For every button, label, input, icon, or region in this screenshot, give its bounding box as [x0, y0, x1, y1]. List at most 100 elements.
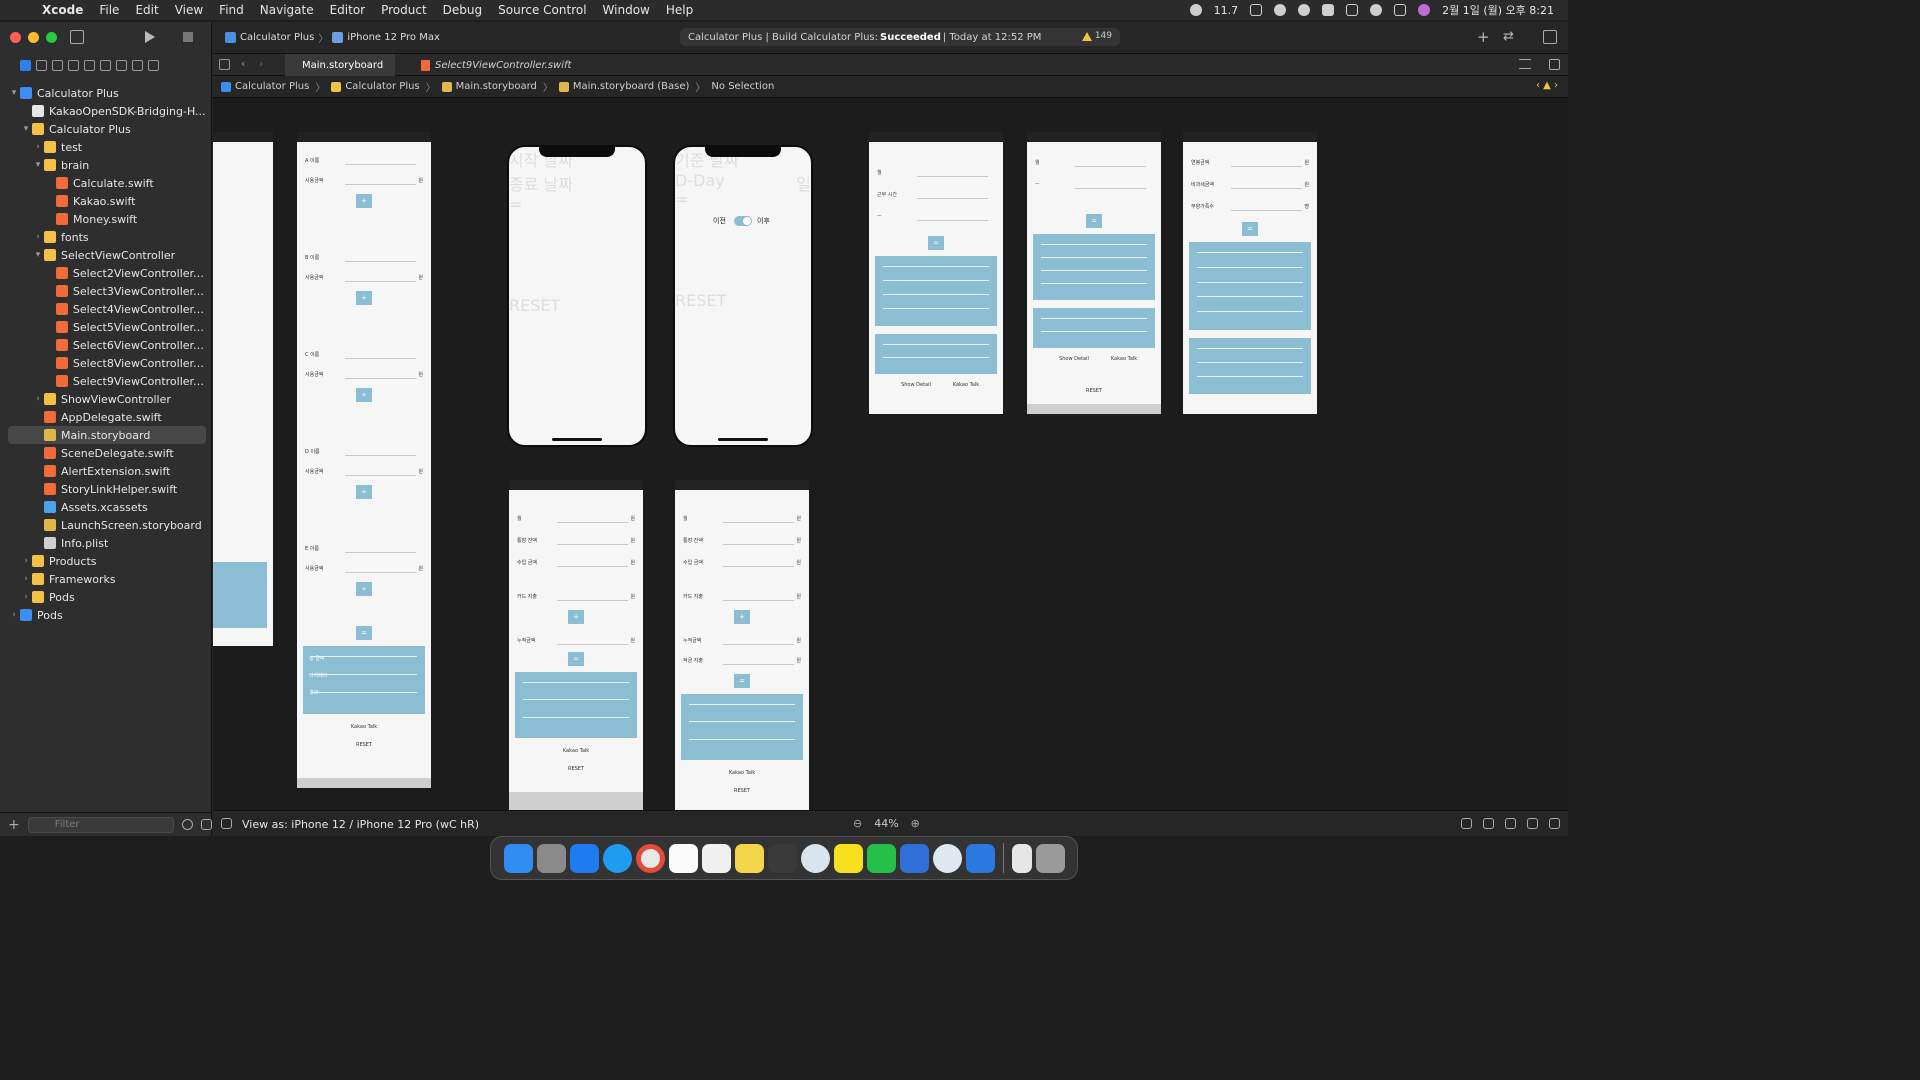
disclosure-triangle-icon[interactable]: ›	[8, 610, 20, 620]
view-controller-hourly-wage[interactable]: 월 근무 시간 ㅡ = Show Detail Kakao Talk	[869, 132, 1003, 414]
navigator-row[interactable]: › Products	[8, 552, 206, 570]
navigator-row[interactable]: Select6ViewController....	[8, 336, 206, 354]
reset-button[interactable]: RESET	[675, 788, 809, 794]
disclosure-triangle-icon[interactable]: ▾	[8, 88, 20, 98]
navigator-row[interactable]: Main.storyboard	[8, 426, 206, 444]
reset-button[interactable]: RESET	[1027, 388, 1161, 394]
embed-stack-icon[interactable]	[1483, 818, 1494, 829]
navigator-row[interactable]: AppDelegate.swift	[8, 408, 206, 426]
system-preferences-icon[interactable]	[536, 843, 566, 873]
view-controller-salary[interactable]: 연봉금액 원 비과세금액 원 부양가족수 명 =	[1183, 132, 1317, 414]
apple-icon[interactable]	[16, 3, 30, 17]
menu-view[interactable]: View	[175, 3, 203, 17]
disclosure-triangle-icon[interactable]: ▾	[32, 250, 44, 260]
simulator-icon[interactable]	[965, 843, 995, 873]
rocket-icon[interactable]	[767, 843, 797, 873]
breadcrumb-file[interactable]: Main.storyboard	[456, 81, 537, 92]
test-icon[interactable]	[100, 59, 111, 71]
reset-button[interactable]: RESET	[509, 766, 643, 772]
menubar-clock[interactable]: 2월 1일 (월) 오후 8:21	[1442, 2, 1554, 18]
resolve-issues-icon[interactable]	[1549, 818, 1560, 829]
add-person-button[interactable]: +	[356, 291, 372, 305]
menu-find[interactable]: Find	[219, 3, 244, 17]
warning-count[interactable]: 149	[1081, 31, 1112, 41]
close-window-button[interactable]	[10, 32, 21, 43]
view-controller-weekly-allowance[interactable]: 월 ㅡ = Show Detail Kakao Talk RESET	[1027, 132, 1161, 414]
navigator-row[interactable]: Select5ViewController....	[8, 318, 206, 336]
calendar-icon[interactable]	[668, 843, 698, 873]
source-control-icon[interactable]	[36, 59, 47, 71]
folder-icon[interactable]	[20, 59, 31, 71]
before-after-switch[interactable]	[734, 216, 752, 226]
navigator-row[interactable]: Assets.xcassets	[8, 498, 206, 516]
kakaotalk-icon[interactable]	[833, 843, 863, 873]
menu-source-control[interactable]: Source Control	[498, 3, 586, 17]
code-review-icon[interactable]: ⇄	[1503, 29, 1514, 44]
related-items-icon[interactable]	[219, 59, 230, 70]
finder-icon[interactable]	[503, 843, 533, 873]
battery-readout[interactable]: 11.7	[1214, 4, 1239, 17]
document-outline-icon[interactable]	[221, 818, 232, 829]
line-icon[interactable]	[866, 843, 896, 873]
reminders-icon[interactable]	[701, 843, 731, 873]
calculate-button[interactable]: =	[568, 652, 584, 666]
add-person-button[interactable]: +	[356, 388, 372, 402]
navigator-row[interactable]: › Pods	[8, 588, 206, 606]
view-controller-scene-1[interactable]	[213, 132, 273, 646]
navigator-row[interactable]: Select3ViewController....	[8, 282, 206, 300]
align-icon[interactable]	[1505, 818, 1516, 829]
kakao-talk-button[interactable]: Kakao Talk	[297, 724, 431, 730]
view-controller-budget-2[interactable]: 월 원 통장 잔액 원 수입 금액 원 카드 지출 원 + 누적금액 원 적금 지출 원 = Kakao T…	[675, 480, 809, 810]
disclosure-triangle-icon[interactable]: ▾	[32, 160, 44, 170]
back-icon[interactable]: ‹	[241, 57, 245, 70]
navigator-row[interactable]: Info.plist	[8, 534, 206, 552]
breadcrumb-group[interactable]: Calculator Plus	[345, 81, 419, 92]
navigator-row[interactable]: KakaoOpenSDK-Bridging-H...	[8, 102, 206, 120]
menu-product[interactable]: Product	[381, 3, 427, 17]
calculate-button[interactable]: =	[734, 674, 750, 688]
disclosure-triangle-icon[interactable]: ›	[32, 142, 44, 152]
disclosure-triangle-icon[interactable]: ›	[20, 574, 32, 584]
menu-debug[interactable]: Debug	[443, 3, 482, 17]
xcode-icon[interactable]	[899, 843, 929, 873]
warning-icon[interactable]	[84, 59, 95, 71]
menu-window[interactable]: Window	[603, 3, 650, 17]
library-add-icon[interactable]: +	[1477, 28, 1490, 46]
add-icon[interactable]: +	[8, 817, 20, 833]
reset-button[interactable]: RESET	[509, 296, 645, 315]
navigator-row[interactable]: ▾ SelectViewController	[8, 246, 206, 264]
navigator-row[interactable]: ▾ Calculator Plus	[8, 120, 206, 138]
navigator-row[interactable]: › fonts	[8, 228, 206, 246]
filter-input[interactable]: Filter	[27, 816, 175, 833]
app-store-icon[interactable]	[569, 843, 599, 873]
disclosure-triangle-icon[interactable]: ›	[32, 394, 44, 404]
add-person-button[interactable]: +	[356, 194, 372, 208]
tab-main-storyboard[interactable]: Main.storyboard	[285, 54, 395, 76]
menu-navigate[interactable]: Navigate	[260, 3, 314, 17]
disclosure-triangle-icon[interactable]: ▾	[20, 124, 32, 134]
phone-scene-dday[interactable]: 기준 날짜 D-Day 일 이전 이후 = RESET	[673, 145, 813, 447]
accessibility-icon[interactable]	[1250, 4, 1263, 16]
navigator-row[interactable]: Select2ViewController....	[8, 264, 206, 282]
wifi-icon[interactable]	[1370, 4, 1383, 16]
message-icon[interactable]	[1189, 4, 1202, 16]
chrome-icon[interactable]	[635, 843, 665, 873]
symbol-icon[interactable]	[52, 59, 63, 71]
menu-app[interactable]: Xcode	[42, 3, 83, 17]
stop-icon[interactable]	[183, 32, 193, 42]
calculate-button[interactable]: =	[509, 195, 645, 214]
disclosure-triangle-icon[interactable]: ›	[20, 592, 32, 602]
menu-help[interactable]: Help	[666, 3, 693, 17]
kakao-talk-button[interactable]: Kakao Talk	[675, 770, 809, 776]
report-icon[interactable]	[148, 59, 159, 71]
document-icon[interactable]	[1011, 843, 1032, 873]
navigator-row[interactable]: LaunchScreen.storyboard	[8, 516, 206, 534]
navigator-row[interactable]: › Pods	[8, 606, 206, 624]
menu-editor[interactable]: Editor	[330, 3, 366, 17]
navigator-row[interactable]: AlertExtension.swift	[8, 462, 206, 480]
battery-icon[interactable]	[1346, 4, 1359, 16]
calculate-button[interactable]: =	[928, 236, 944, 250]
navigator-row[interactable]: ▾ brain	[8, 156, 206, 174]
editor-options-icon[interactable]	[1519, 59, 1531, 69]
navigator-row[interactable]: › ShowViewController	[8, 390, 206, 408]
